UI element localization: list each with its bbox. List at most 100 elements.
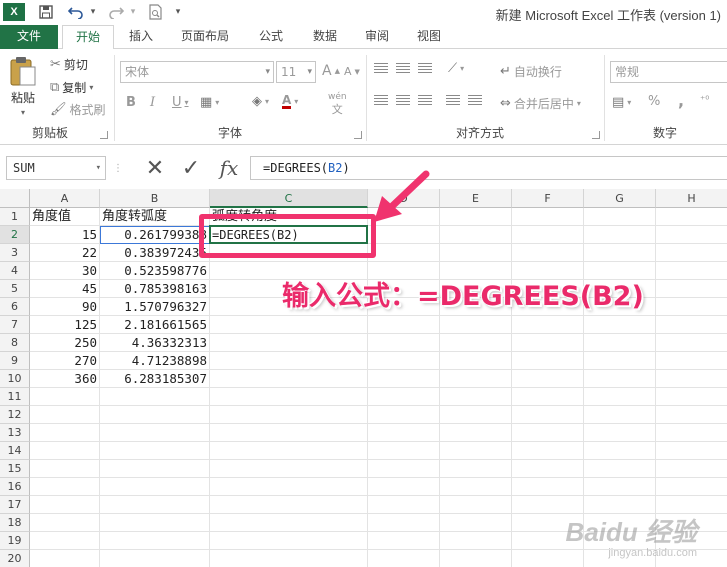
cell-A3[interactable]: 22 [30,244,100,262]
cell-A13[interactable] [30,424,100,442]
cell-G8[interactable] [584,334,656,352]
cell-B19[interactable] [100,532,210,550]
increase-indent-button[interactable] [468,95,482,107]
cell-G15[interactable] [584,460,656,478]
tab-formulas[interactable]: 公式 [248,25,294,49]
cell-A6[interactable]: 90 [30,298,100,316]
align-top-button[interactable] [374,63,388,75]
copy-button[interactable]: ⧉ 复制 ▾ [50,79,93,96]
cell-E7[interactable] [440,316,512,334]
cell-E19[interactable] [440,532,512,550]
cell-H10[interactable] [656,370,727,388]
cell-D14[interactable] [368,442,440,460]
cell-C7[interactable] [210,316,368,334]
cell-C12[interactable] [210,406,368,424]
cell-G14[interactable] [584,442,656,460]
cell-D8[interactable] [368,334,440,352]
cell-G11[interactable] [584,388,656,406]
cell-D7[interactable] [368,316,440,334]
enter-formula-button[interactable]: ✓ [176,156,206,181]
cell-H16[interactable] [656,478,727,496]
underline-button[interactable]: U ▾ [172,95,189,110]
cell-E17[interactable] [440,496,512,514]
cell-B10[interactable]: 6.283185307 [100,370,210,388]
cell-A2[interactable]: 15 [30,226,100,244]
print-preview-icon[interactable] [146,3,166,21]
cell-E3[interactable] [440,244,512,262]
percent-button[interactable]: % [648,94,660,109]
cell-C17[interactable] [210,496,368,514]
cell-B17[interactable] [100,496,210,514]
cell-B18[interactable] [100,514,210,532]
paste-button[interactable]: 粘贴 ▾ [8,55,38,117]
cell-C18[interactable] [210,514,368,532]
cell-D13[interactable] [368,424,440,442]
comma-button[interactable]: , [678,91,684,110]
cell-F8[interactable] [512,334,584,352]
cell-D9[interactable] [368,352,440,370]
grow-font-button[interactable]: A ▲ [322,63,340,79]
cell-F9[interactable] [512,352,584,370]
cell-B8[interactable]: 4.36332313 [100,334,210,352]
customize-qat-icon[interactable]: ▾ [172,3,184,21]
cell-B5[interactable]: 0.785398163 [100,280,210,298]
clipboard-launcher-icon[interactable] [100,131,108,139]
cell-A9[interactable]: 270 [30,352,100,370]
cell-F15[interactable] [512,460,584,478]
cell-G7[interactable] [584,316,656,334]
align-center-button[interactable] [396,95,410,107]
cell-D17[interactable] [368,496,440,514]
cell-H13[interactable] [656,424,727,442]
cell-A4[interactable]: 30 [30,262,100,280]
cell-B16[interactable] [100,478,210,496]
cell-B11[interactable] [100,388,210,406]
cell-A19[interactable] [30,532,100,550]
cell-E18[interactable] [440,514,512,532]
row-header-18[interactable]: 18 [0,514,30,532]
orientation-button[interactable]: ⟋ ▾ [448,61,464,76]
cell-D20[interactable] [368,550,440,567]
increase-decimal-button[interactable]: ⁺⁰ [700,95,709,106]
cell-H1[interactable] [656,208,727,226]
cell-H7[interactable] [656,316,727,334]
column-header-E[interactable]: E [440,189,512,208]
tab-insert[interactable]: 插入 [118,25,164,49]
cell-B13[interactable] [100,424,210,442]
cell-A20[interactable] [30,550,100,567]
column-header-H[interactable]: H [656,189,727,208]
select-all-corner[interactable] [0,189,30,208]
column-header-G[interactable]: G [584,189,656,208]
row-header-19[interactable]: 19 [0,532,30,550]
cell-G12[interactable] [584,406,656,424]
cell-B15[interactable] [100,460,210,478]
cell-H8[interactable] [656,334,727,352]
row-header-10[interactable]: 10 [0,370,30,388]
cell-C10[interactable] [210,370,368,388]
cell-D2[interactable] [368,226,440,244]
cell-H14[interactable] [656,442,727,460]
undo-icon[interactable] [66,3,86,21]
cell-A1[interactable]: 角度值 [30,208,100,226]
row-header-17[interactable]: 17 [0,496,30,514]
cell-G13[interactable] [584,424,656,442]
cell-F12[interactable] [512,406,584,424]
cell-A10[interactable]: 360 [30,370,100,388]
number-format-select[interactable]: 常规 [610,61,727,83]
row-header-7[interactable]: 7 [0,316,30,334]
cell-B4[interactable]: 0.523598776 [100,262,210,280]
cell-E16[interactable] [440,478,512,496]
cell-E2[interactable] [440,226,512,244]
cell-B7[interactable]: 2.181661565 [100,316,210,334]
cell-H6[interactable] [656,298,727,316]
cell-D10[interactable] [368,370,440,388]
undo-dropdown-icon[interactable]: ▾ [88,3,98,21]
cell-F14[interactable] [512,442,584,460]
cell-A14[interactable] [30,442,100,460]
row-header-6[interactable]: 6 [0,298,30,316]
cell-D3[interactable] [368,244,440,262]
cell-D15[interactable] [368,460,440,478]
tab-file[interactable]: 文件 [0,25,58,49]
cell-E12[interactable] [440,406,512,424]
cell-B3[interactable]: 0.383972435 [100,244,210,262]
cell-C19[interactable] [210,532,368,550]
